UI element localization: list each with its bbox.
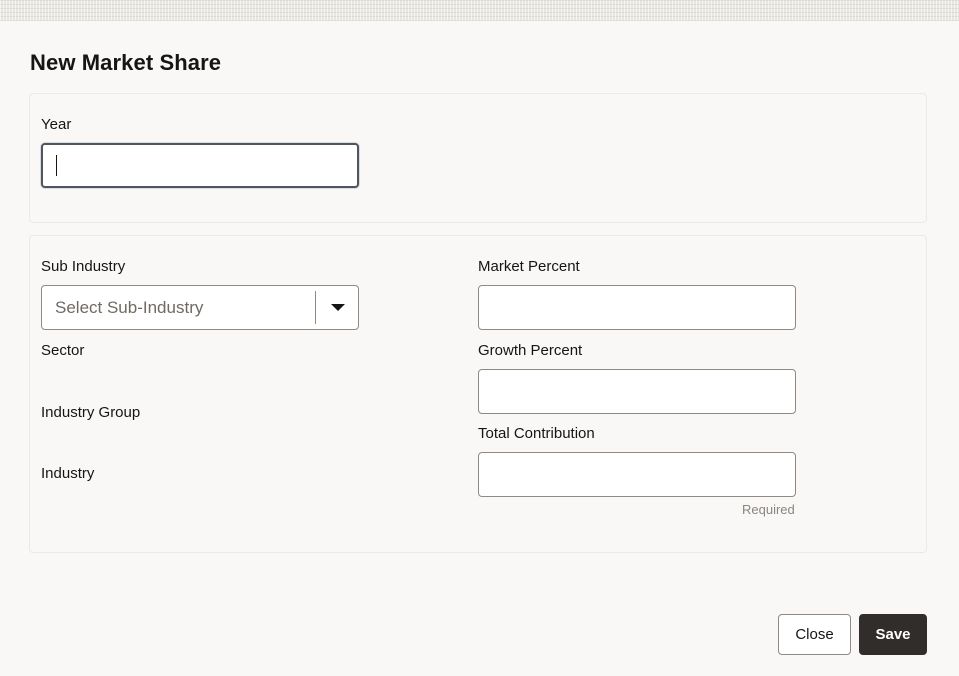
chevron-down-icon[interactable] [331,304,345,311]
market-details-section: Sub Industry Select Sub-Industry Sector … [29,235,927,553]
industry-label: Industry [41,465,95,482]
total-contribution-input[interactable] [478,452,796,497]
market-percent-input[interactable] [478,285,796,330]
growth-percent-label: Growth Percent [478,342,583,359]
year-input[interactable] [41,143,359,188]
text-caret [56,155,57,176]
save-button[interactable]: Save [859,614,927,655]
close-button[interactable]: Close [778,614,851,655]
sub-industry-label: Sub Industry [41,258,126,275]
sub-industry-placeholder: Select Sub-Industry [55,298,204,317]
growth-percent-input[interactable] [478,369,796,414]
market-percent-label: Market Percent [478,258,580,275]
required-helper-text: Required [742,502,795,517]
industry-group-label: Industry Group [41,404,141,421]
year-section: Year [29,93,927,223]
background-texture-strip [0,0,959,21]
year-label: Year [41,116,72,133]
sub-industry-select[interactable]: Select Sub-Industry [41,285,359,330]
sector-label: Sector [41,342,85,359]
total-contribution-label: Total Contribution [478,425,595,442]
select-divider [315,291,316,324]
dialog-title: New Market Share [30,50,222,75]
